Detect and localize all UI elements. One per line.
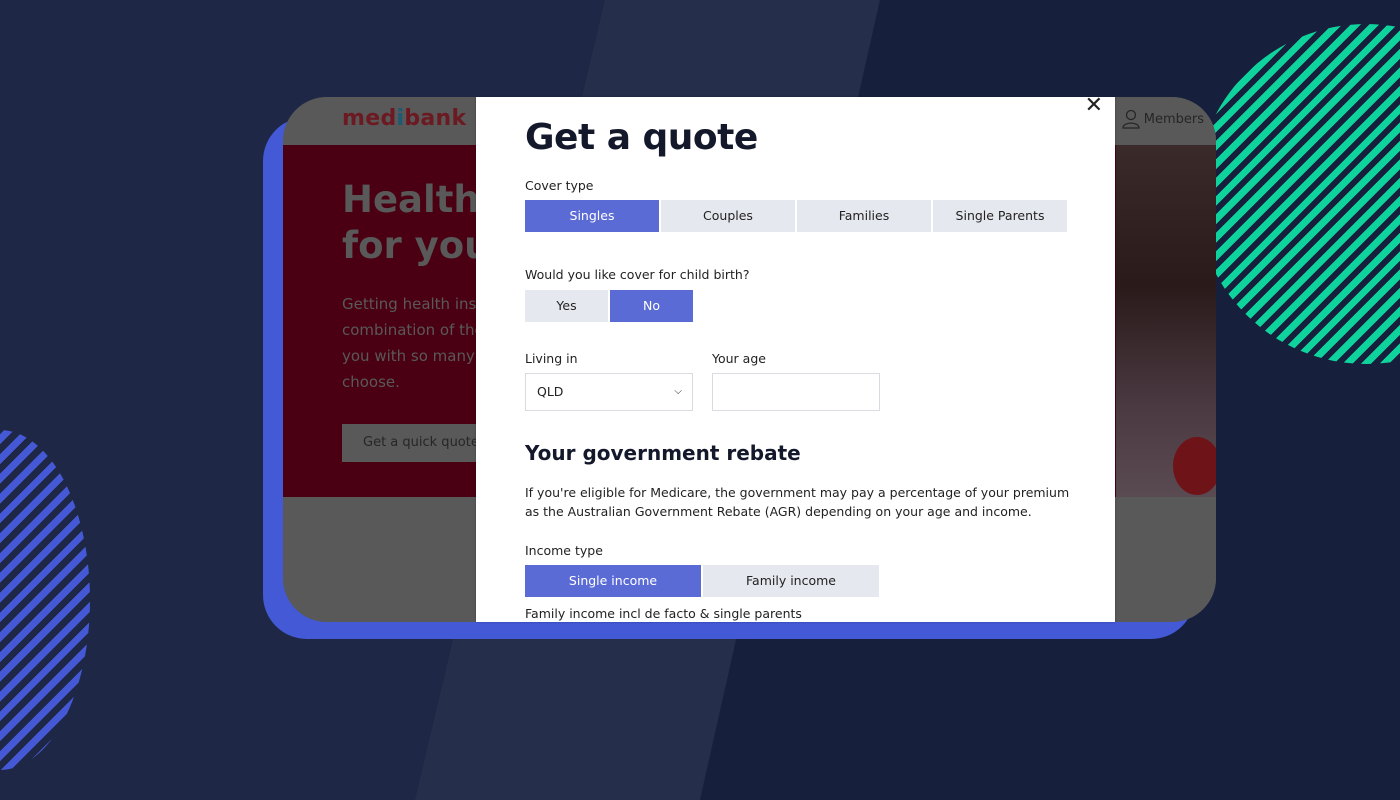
get-a-quote-modal: ✕ Get a quote Cover type Singles Couples… <box>476 97 1115 622</box>
logo-text: med <box>342 106 397 131</box>
rebate-description: If you're eligible for Medicare, the gov… <box>525 485 1070 519</box>
child-birth-label: Would you like cover for child birth? <box>525 267 750 282</box>
balloon-image <box>1173 437 1216 495</box>
members-link[interactable]: Members <box>1122 109 1204 129</box>
rebate-heading: Your government rebate <box>525 441 801 465</box>
medibank-logo[interactable]: medibank <box>342 106 466 131</box>
child-birth-selector: Yes No <box>525 290 693 322</box>
cover-type-families[interactable]: Families <box>797 200 931 232</box>
cover-type-label: Cover type <box>525 178 594 193</box>
user-icon <box>1122 109 1140 129</box>
income-family[interactable]: Family income <box>703 565 879 597</box>
chevron-down-icon: ⌵ <box>674 386 682 397</box>
living-in-select[interactable]: QLD ⌵ <box>525 373 693 411</box>
income-type-selector: Single income Family income <box>525 565 879 597</box>
modal-title: Get a quote <box>525 117 758 158</box>
family-income-note: Family income incl de facto & single par… <box>525 606 802 621</box>
living-in-value: QLD <box>537 384 564 399</box>
members-label: Members <box>1143 111 1204 127</box>
age-input[interactable] <box>712 373 880 411</box>
child-birth-no[interactable]: No <box>610 290 693 322</box>
decorative-blue-striped-circle <box>0 430 90 770</box>
close-icon[interactable]: ✕ <box>1085 97 1103 117</box>
living-in-label: Living in <box>525 351 578 366</box>
logo-text-suffix: bank <box>404 106 467 131</box>
income-type-label: Income type <box>525 543 603 558</box>
income-single[interactable]: Single income <box>525 565 701 597</box>
your-age-label: Your age <box>712 351 766 366</box>
cover-type-couples[interactable]: Couples <box>661 200 795 232</box>
cover-type-singles[interactable]: Singles <box>525 200 659 232</box>
cover-type-single-parents[interactable]: Single Parents <box>933 200 1067 232</box>
child-birth-yes[interactable]: Yes <box>525 290 608 322</box>
cover-type-selector: Singles Couples Families Single Parents <box>525 200 1067 232</box>
